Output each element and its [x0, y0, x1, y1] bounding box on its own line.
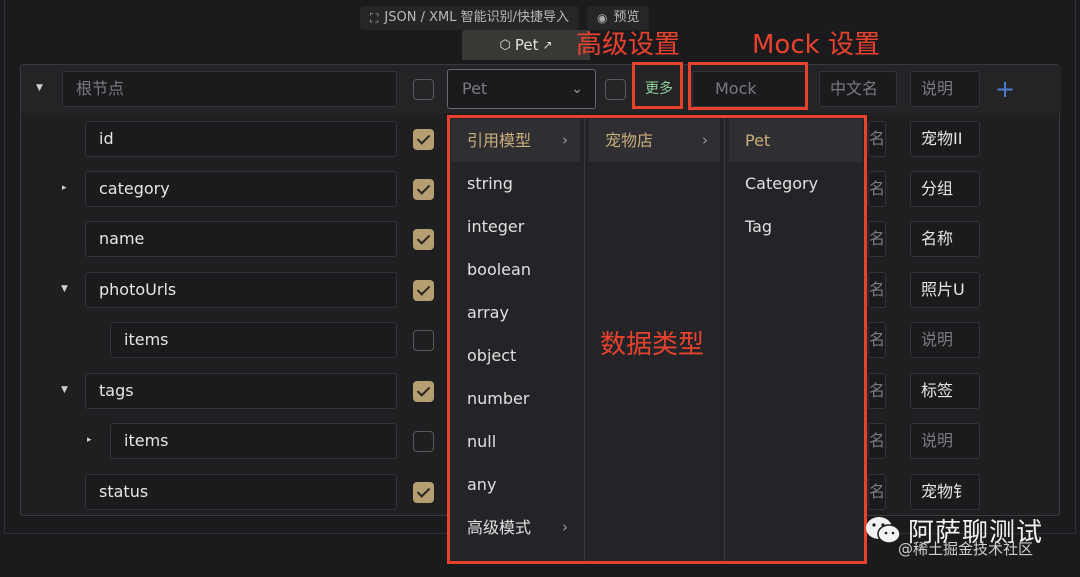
type-select-value: Pet [462, 79, 488, 98]
cn-name-fragment: 名 [868, 373, 886, 409]
desc-input[interactable]: 说明 [910, 71, 980, 107]
collapse-arrow-icon[interactable]: ▼ [61, 385, 68, 395]
cn-name-fragment: 名 [868, 171, 886, 207]
field-desc-input[interactable]: 宠物钅 [910, 474, 980, 510]
model-tab[interactable]: ⬡ Pet ↗ [462, 30, 590, 60]
cn-name-fragment: 名 [868, 474, 886, 510]
required-checkbox[interactable] [413, 482, 434, 503]
annotation-mock: Mock 设置 [752, 30, 880, 60]
field-name-input[interactable]: category [85, 171, 397, 207]
required-checkbox[interactable] [413, 330, 434, 351]
scan-icon: ⛶ [370, 11, 379, 25]
field-desc-input[interactable]: 宠物II [910, 121, 980, 157]
field-name-input[interactable]: id [85, 121, 397, 157]
annotation-advanced: 高级设置 [576, 30, 681, 60]
root-row: ▼ 根节点 Pet ⌄ 更多 Mock 中文名 说明 + [21, 65, 1061, 113]
cn-name-fragment: 名 [868, 272, 886, 308]
expand-arrow-icon[interactable]: ▸ [62, 183, 67, 193]
cn-name-fragment: 名 [868, 423, 886, 459]
external-link-icon: ↗ [542, 38, 553, 52]
annotation-box-mock [688, 62, 808, 110]
required-checkbox[interactable] [413, 129, 434, 150]
annotation-types: 数据类型 [600, 330, 705, 360]
required-checkbox[interactable] [413, 229, 434, 250]
field-desc-input[interactable]: 说明 [910, 322, 980, 358]
required-checkbox[interactable] [413, 179, 434, 200]
model-tab-label: Pet [514, 36, 539, 54]
field-name-input[interactable]: status [85, 474, 397, 510]
required-checkbox[interactable] [413, 280, 434, 301]
annotation-box-advanced [632, 62, 683, 109]
field-name-input[interactable]: name [85, 221, 397, 257]
cn-name-fragment: 名 [868, 221, 886, 257]
root-required-checkbox[interactable] [413, 79, 434, 100]
chevron-down-icon: ⌄ [571, 81, 583, 97]
required-checkbox[interactable] [413, 381, 434, 402]
field-desc-input[interactable]: 说明 [910, 423, 980, 459]
field-name-input[interactable]: items [110, 423, 397, 459]
field-desc-input[interactable]: 分组 [910, 171, 980, 207]
collapse-arrow-icon[interactable]: ▼ [36, 83, 43, 93]
cube-icon: ⬡ [499, 37, 511, 53]
type-select[interactable]: Pet ⌄ [447, 69, 596, 109]
cn-name-fragment: 名 [868, 121, 886, 157]
field-name-input[interactable]: tags [85, 373, 397, 409]
root-nullable-checkbox[interactable] [605, 79, 626, 100]
field-name-input[interactable]: items [110, 322, 397, 358]
import-label: JSON / XML 智能识别/快捷导入 [384, 10, 569, 25]
watermark-sub: @稀土掘金技术社区 [898, 540, 1034, 558]
cn-name-fragment: 名 [868, 322, 886, 358]
add-field-icon[interactable]: + [995, 75, 1015, 103]
collapse-arrow-icon[interactable]: ▼ [61, 284, 68, 294]
cn-name-input[interactable]: 中文名 [819, 71, 897, 107]
expand-arrow-icon[interactable]: ▸ [87, 435, 92, 445]
import-button[interactable]: ⛶ JSON / XML 智能识别/快捷导入 [360, 6, 579, 30]
root-name-input[interactable]: 根节点 [62, 71, 397, 107]
field-desc-input[interactable]: 标签 [910, 373, 980, 409]
field-desc-input[interactable]: 名称 [910, 221, 980, 257]
required-checkbox[interactable] [413, 431, 434, 452]
field-desc-input[interactable]: 照片U [910, 272, 980, 308]
wechat-icon [866, 516, 901, 544]
field-name-input[interactable]: photoUrls [85, 272, 397, 308]
